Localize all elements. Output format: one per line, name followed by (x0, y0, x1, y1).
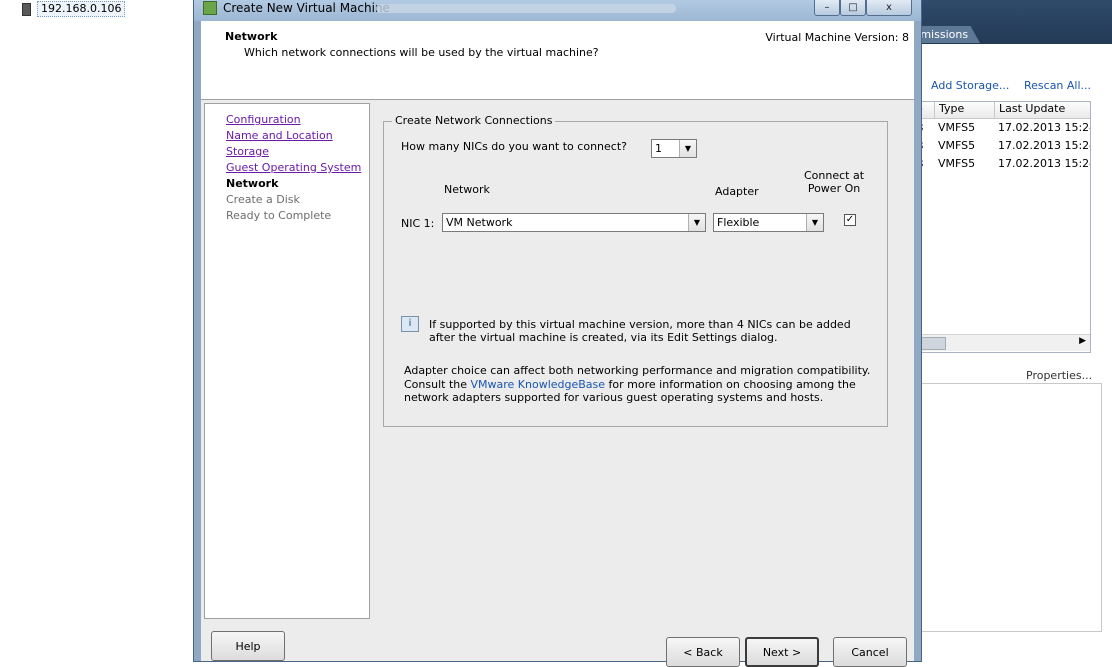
step-description: Which network connections will be used b… (244, 46, 599, 59)
back-button[interactable]: < Back (666, 637, 740, 667)
dialog-title: Create New Virtual Machine (223, 1, 390, 15)
datastore-table: e Type Last Update B VMFS5 17.02.2013 15… (912, 101, 1091, 353)
close-button[interactable]: x (866, 0, 912, 16)
rescan-all-link[interactable]: Rescan All... (1024, 79, 1091, 92)
scroll-right-icon[interactable]: ▶ (1079, 336, 1086, 346)
nic1-adapter-select[interactable]: Flexible ▼ (713, 213, 824, 232)
dialog-client: Network Which network connections will b… (201, 21, 914, 661)
table-cell: 17.02.2013 15:24:... (998, 157, 1090, 170)
adapter-note: Adapter choice can affect both networkin… (404, 364, 874, 405)
step-title: Network (225, 30, 278, 43)
nic-info-text: If supported by this virtual machine ver… (429, 318, 851, 344)
add-storage-link[interactable]: Add Storage... (931, 79, 1009, 92)
nav-step-guest-os[interactable]: Guest Operating System (226, 161, 361, 174)
title-blurred-text (376, 4, 676, 13)
nic1-adapter-value: Flexible (717, 216, 760, 229)
tab-permissions[interactable]: rmissions (912, 26, 980, 43)
table-cell: 17.02.2013 15:24:... (998, 139, 1090, 152)
nic-count-value: 1 (655, 142, 662, 155)
table-cell: VMFS5 (938, 157, 976, 170)
nic1-network-select[interactable]: VM Network ▼ (442, 213, 706, 232)
table-cell: VMFS5 (938, 121, 976, 134)
help-button[interactable]: Help (211, 631, 285, 661)
chevron-down-icon[interactable]: ▼ (688, 214, 705, 231)
wizard-steps-nav: Configuration Name and Location Storage … (204, 103, 370, 619)
nav-step-ready: Ready to Complete (226, 209, 332, 222)
host-ip-label: 192.168.0.106 (37, 1, 126, 17)
horizontal-scrollbar[interactable]: ▶ (912, 334, 1090, 351)
column-connect-line1: Connect at (804, 169, 865, 182)
table-row[interactable]: B VMFS5 17.02.2013 15:24:... (912, 137, 1090, 155)
table-cell: VMFS5 (938, 139, 976, 152)
nav-step-create-disk: Create a Disk (226, 193, 300, 206)
nav-step-name-and-location[interactable]: Name and Location (226, 129, 333, 142)
maximize-button[interactable]: □ (840, 0, 866, 16)
background-datastore-pane: rmissions Add Storage... Rescan All... e… (912, 0, 1112, 652)
column-adapter: Adapter (715, 185, 759, 198)
create-vm-dialog: Create New Virtual Machine – □ x Network… (193, 0, 922, 662)
datastore-actions: Add Storage... Rescan All... (912, 79, 1112, 95)
group-title: Create Network Connections (392, 114, 556, 127)
column-network: Network (444, 183, 490, 196)
nic1-network-value: VM Network (446, 216, 513, 229)
nav-step-configuration[interactable]: Configuration (226, 113, 301, 126)
properties-link[interactable]: Properties... (1026, 369, 1092, 382)
nav-step-storage[interactable]: Storage (226, 145, 269, 158)
table-cell: 17.02.2013 15:24:... (998, 121, 1090, 134)
wizard-content: Create Network Connections How many NICs… (372, 103, 913, 619)
table-row[interactable]: B VMFS5 17.02.2013 15:24:... (912, 155, 1090, 173)
host-tree-node[interactable]: 192.168.0.106 (22, 0, 126, 18)
nic1-connect-checkbox[interactable]: ✓ (844, 214, 856, 226)
next-button[interactable]: Next > (745, 637, 819, 667)
column-header-last-update[interactable]: Last Update (994, 102, 1090, 118)
wizard-header: Network Which network connections will b… (201, 21, 914, 100)
title-bar[interactable]: Create New Virtual Machine – □ x (194, 0, 921, 21)
nav-step-network: Network (226, 177, 279, 190)
column-connect-at-power-on: Connect at Power On (804, 169, 864, 195)
minimize-button[interactable]: – (814, 0, 840, 16)
column-connect-line2: Power On (807, 182, 861, 195)
nic1-label: NIC 1: (401, 217, 435, 230)
scrollbar-thumb[interactable] (918, 337, 946, 350)
vm-version-label: Virtual Machine Version: 8 (765, 31, 909, 44)
cancel-button[interactable]: Cancel (833, 637, 907, 667)
server-icon (22, 2, 31, 16)
network-connections-group: Create Network Connections How many NICs… (383, 114, 888, 427)
column-header-type[interactable]: Type (934, 102, 994, 118)
info-icon: i (401, 316, 419, 332)
vm-wizard-icon (203, 1, 217, 15)
table-header: e Type Last Update (912, 102, 1090, 119)
chevron-down-icon[interactable]: ▼ (679, 140, 696, 157)
chevron-down-icon[interactable]: ▼ (806, 214, 823, 231)
details-panel (918, 383, 1102, 632)
nic-count-select[interactable]: 1 ▼ (651, 139, 697, 158)
knowledgebase-link[interactable]: VMware KnowledgeBase (471, 378, 606, 391)
table-row[interactable]: B VMFS5 17.02.2013 15:24:... (912, 119, 1090, 137)
nic-count-question: How many NICs do you want to connect? (401, 140, 627, 153)
